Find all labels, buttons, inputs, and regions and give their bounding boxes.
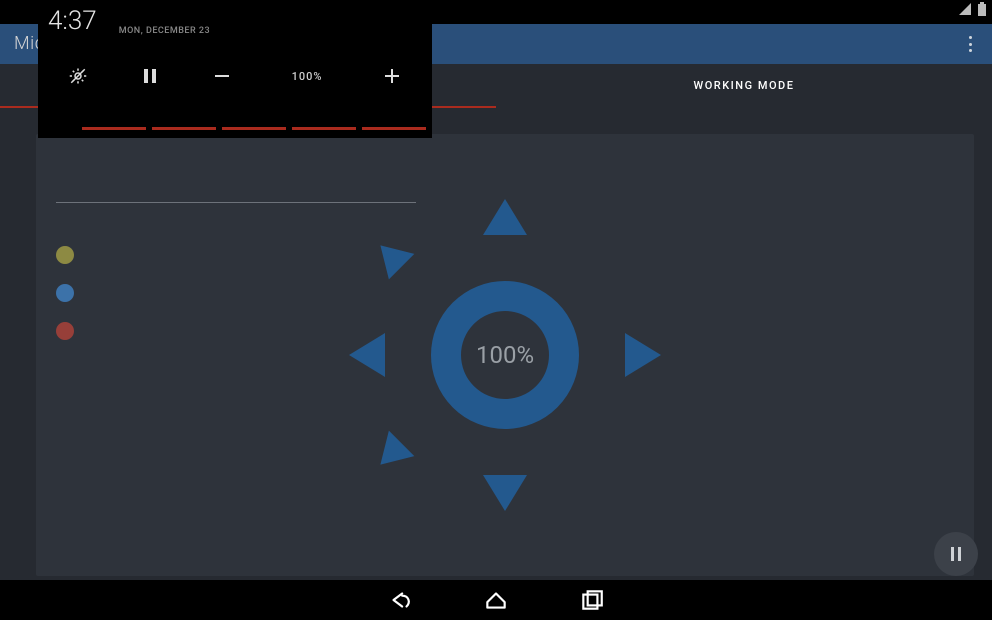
panel-tab-indicator [222,127,286,130]
panel-tab-indicator [82,127,146,130]
overflow-menu-button[interactable] [960,34,980,54]
sun-ray-icon [483,199,527,235]
sun-ray-icon [483,475,527,511]
tab-working-mode[interactable]: WORKING MODE [496,64,992,106]
system-nav-bar [0,580,992,620]
main-panel: 100% [36,134,974,576]
media-pause-button[interactable] [114,54,186,98]
legend-dot-red[interactable] [56,322,74,340]
floating-pause-button[interactable] [934,532,978,576]
battery-icon [978,2,986,16]
recents-button[interactable] [579,587,605,613]
legend-dot-yellow[interactable] [56,246,74,264]
brightness-auto-toggle[interactable] [42,54,114,98]
panel-tab-indicator [292,127,356,130]
pause-icon [144,69,156,83]
section-divider [56,202,416,203]
panel-tab-indicators [82,127,426,130]
quick-settings-panel: 4:37 MON, DECEMBER 23 100% [38,0,432,138]
back-button[interactable] [387,587,413,613]
home-button[interactable] [483,587,509,613]
sun-ray-icon [625,333,661,377]
brightness-decrease-button[interactable] [186,54,258,98]
panel-time: 4:37 [48,6,97,36]
sun-ray-icon [368,431,415,478]
signal-icon [958,2,972,16]
panel-tab-indicator [152,127,216,130]
brightness-percentage: 100% [476,341,534,369]
panel-date: MON, DECEMBER 23 [119,26,210,36]
sun-ray-icon [368,233,415,280]
legend [56,246,74,340]
sun-ray-icon [349,333,385,377]
panel-tab-indicator [362,127,426,130]
brightness-level-label: 100% [258,70,356,83]
plus-icon [385,69,399,83]
brightness-icon [69,67,87,85]
pause-icon [951,547,961,561]
brightness-dial[interactable]: 100% [355,205,655,505]
legend-dot-blue[interactable] [56,284,74,302]
minus-icon [215,69,229,83]
status-icons [958,2,986,16]
brightness-row: 100% [38,54,432,98]
brightness-increase-button[interactable] [356,54,428,98]
